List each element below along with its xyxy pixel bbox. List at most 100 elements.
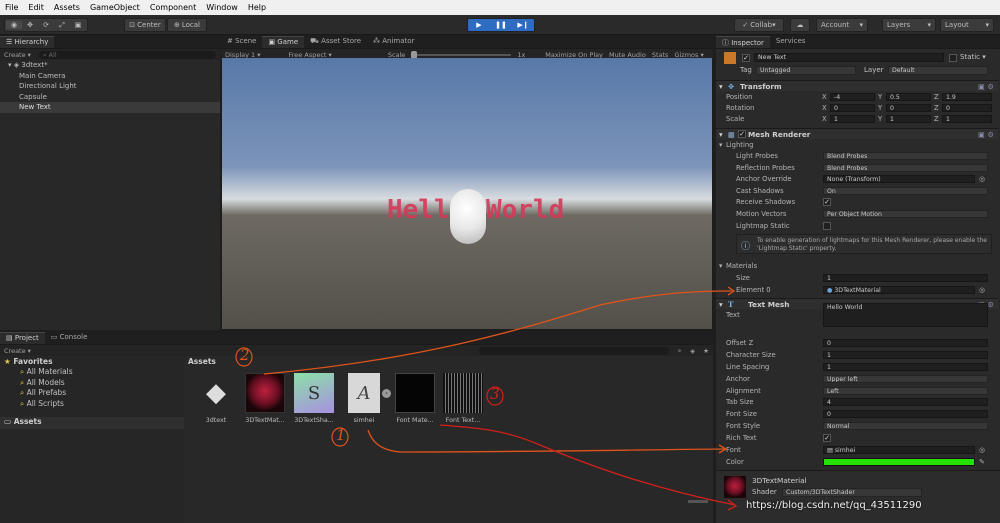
hierarchy-item-selected[interactable]: New Text <box>0 102 220 113</box>
anchor-dropdown[interactable]: Upper left <box>823 374 988 384</box>
material-element-field[interactable]: ● 3DTextMaterial <box>823 285 975 295</box>
icon-size-slider[interactable] <box>688 500 708 503</box>
hand-tool-icon[interactable]: ◉ <box>6 21 22 29</box>
rotation-x[interactable]: 0 <box>830 103 875 113</box>
eyedropper-icon[interactable]: ✎ <box>979 458 985 466</box>
tab-hierarchy[interactable]: ☰ Hierarchy <box>0 36 55 48</box>
layers-dropdown[interactable]: Layers ▾ <box>882 18 936 32</box>
hierarchy-create-button[interactable]: Create ▾ <box>4 51 31 59</box>
game-viewport[interactable]: Hell World <box>222 58 712 329</box>
materials-foldout[interactable]: ▾ Materials <box>716 260 998 272</box>
hierarchy-item[interactable]: Directional Light <box>0 81 220 92</box>
lightmap-static-checkbox[interactable] <box>823 222 831 230</box>
static-checkbox[interactable] <box>949 54 957 62</box>
receive-shadows-checkbox[interactable]: ✓ <box>823 198 831 206</box>
favorites-item[interactable]: ⌕ All Materials <box>0 367 184 378</box>
component-menu-icon[interactable]: ▣ ⚙ <box>978 82 994 91</box>
scale-y[interactable]: 1 <box>886 114 931 124</box>
step-icon[interactable]: ▶❙ <box>512 21 534 29</box>
favorites-header[interactable]: ★ Favorites <box>0 357 184 367</box>
line-spacing-field[interactable]: 1 <box>823 362 988 372</box>
light-probes-dropdown[interactable]: Blend Probes <box>823 151 988 161</box>
anchor-override-field[interactable]: None (Transform) <box>823 174 975 184</box>
asset-tile[interactable]: S 3DTextSha... <box>292 373 336 424</box>
layout-dropdown[interactable]: Layout ▾ <box>940 18 994 32</box>
reflection-probes-dropdown[interactable]: Blend Probes <box>823 163 988 173</box>
scale-tool-icon[interactable]: ⤢ <box>54 21 70 30</box>
shader-dropdown[interactable]: Custom/3DTextShader <box>782 488 922 497</box>
tab-size-field[interactable]: 4 <box>823 397 988 407</box>
alignment-dropdown[interactable]: Left <box>823 386 988 396</box>
character-size-field[interactable]: 1 <box>823 350 988 360</box>
menu-gameobject[interactable]: GameObject <box>85 3 145 12</box>
hierarchy-search-input[interactable]: ⌕ All <box>38 50 216 59</box>
tab-animator[interactable]: ⁂ Animator <box>367 36 420 48</box>
star-filter-icon[interactable]: ★ <box>703 347 709 355</box>
move-tool-icon[interactable]: ✥ <box>22 21 38 29</box>
font-field[interactable]: ▤ simhei <box>823 445 975 455</box>
active-checkbox[interactable]: ✓ <box>742 54 750 62</box>
tab-asset-store[interactable]: ⛟ Asset Store <box>304 36 367 48</box>
text-area[interactable]: Hello World <box>823 302 988 327</box>
tab-game[interactable]: ▣ Game <box>262 36 305 48</box>
favorites-item[interactable]: ⌕ All Models <box>0 378 184 389</box>
tag-dropdown[interactable]: Untagged <box>756 66 856 75</box>
layer-dropdown[interactable]: Default <box>888 66 988 75</box>
rotation-y[interactable]: 0 <box>886 103 931 113</box>
pause-icon[interactable]: ❚❚ <box>490 21 512 29</box>
scale-slider[interactable] <box>411 50 512 59</box>
pivot-local-button[interactable]: ⊕ Local <box>167 18 207 32</box>
asset-tile[interactable]: ◆ 3dtext <box>194 373 238 424</box>
hierarchy-item[interactable]: Capsule <box>0 92 220 103</box>
menu-window[interactable]: Window <box>201 3 243 12</box>
position-y[interactable]: 0.5 <box>886 92 931 102</box>
project-search-input[interactable] <box>478 346 669 355</box>
asset-tile[interactable]: A simhei <box>342 373 386 424</box>
menu-component[interactable]: Component <box>145 3 201 12</box>
rich-text-checkbox[interactable]: ✓ <box>823 434 831 442</box>
mesh-renderer-header[interactable]: ▾ ▦ ✓ Mesh Renderer ▣ ⚙ <box>716 128 998 139</box>
scale-z[interactable]: 1 <box>942 114 992 124</box>
object-picker-icon[interactable]: ◎ <box>979 286 985 294</box>
rotate-tool-icon[interactable]: ⟳ <box>38 21 54 29</box>
rect-tool-icon[interactable]: ▣ <box>70 21 86 29</box>
tab-project[interactable]: ▤ Project <box>0 332 45 344</box>
font-size-field[interactable]: 0 <box>823 409 988 419</box>
rotation-z[interactable]: 0 <box>942 103 992 113</box>
menu-file[interactable]: File <box>0 3 23 12</box>
color-field[interactable] <box>823 457 975 467</box>
transform-header[interactable]: ▾ ✥ Transform ▣ ⚙ <box>716 80 998 91</box>
tab-services[interactable]: Services <box>770 36 812 48</box>
tab-console[interactable]: ▭ Console <box>45 332 94 344</box>
font-style-dropdown[interactable]: Normal <box>823 421 988 431</box>
motion-vectors-dropdown[interactable]: Per Object Motion <box>823 209 988 219</box>
tab-scene[interactable]: # Scene <box>221 36 262 48</box>
pivot-center-button[interactable]: ⊡ Center <box>124 18 166 32</box>
project-create-button[interactable]: Create ▾ <box>4 347 31 355</box>
cast-shadows-dropdown[interactable]: On <box>823 186 988 196</box>
asset-tile[interactable]: Font Text... <box>441 373 485 424</box>
mesh-renderer-enabled-checkbox[interactable]: ✓ <box>738 130 746 138</box>
asset-tile[interactable]: Font Mate... <box>393 373 437 424</box>
lighting-foldout[interactable]: ▾ Lighting <box>716 139 998 151</box>
hierarchy-item[interactable]: Main Camera <box>0 71 220 82</box>
asset-tile[interactable]: 3DTextMat... <box>243 373 287 424</box>
collab-button[interactable]: ✓ Collab ▾ <box>734 18 784 32</box>
cloud-button[interactable]: ☁ <box>790 18 810 32</box>
tab-inspector[interactable]: ⓘ Inspector <box>716 36 770 48</box>
object-name-field[interactable]: New Text <box>754 53 944 62</box>
scene-root[interactable]: ▾ ◈ 3dtext* <box>0 60 220 71</box>
expand-asset-icon[interactable]: › <box>382 389 391 398</box>
favorites-item[interactable]: ⌕ All Scripts <box>0 399 184 410</box>
assets-folder[interactable]: ▭ Assets <box>0 417 184 429</box>
play-icon[interactable]: ▶ <box>468 21 490 29</box>
filter-label-icon[interactable]: ◈ <box>690 347 695 355</box>
filter-type-icon[interactable]: ⚬ <box>677 347 682 355</box>
menu-help[interactable]: Help <box>243 3 271 12</box>
offset-z-field[interactable]: 0 <box>823 338 988 348</box>
materials-size-field[interactable]: 1 <box>823 273 988 283</box>
menu-assets[interactable]: Assets <box>49 3 85 12</box>
object-picker-icon[interactable]: ◎ <box>979 446 985 454</box>
account-dropdown[interactable]: Account ▾ <box>816 18 868 32</box>
menu-edit[interactable]: Edit <box>23 3 49 12</box>
